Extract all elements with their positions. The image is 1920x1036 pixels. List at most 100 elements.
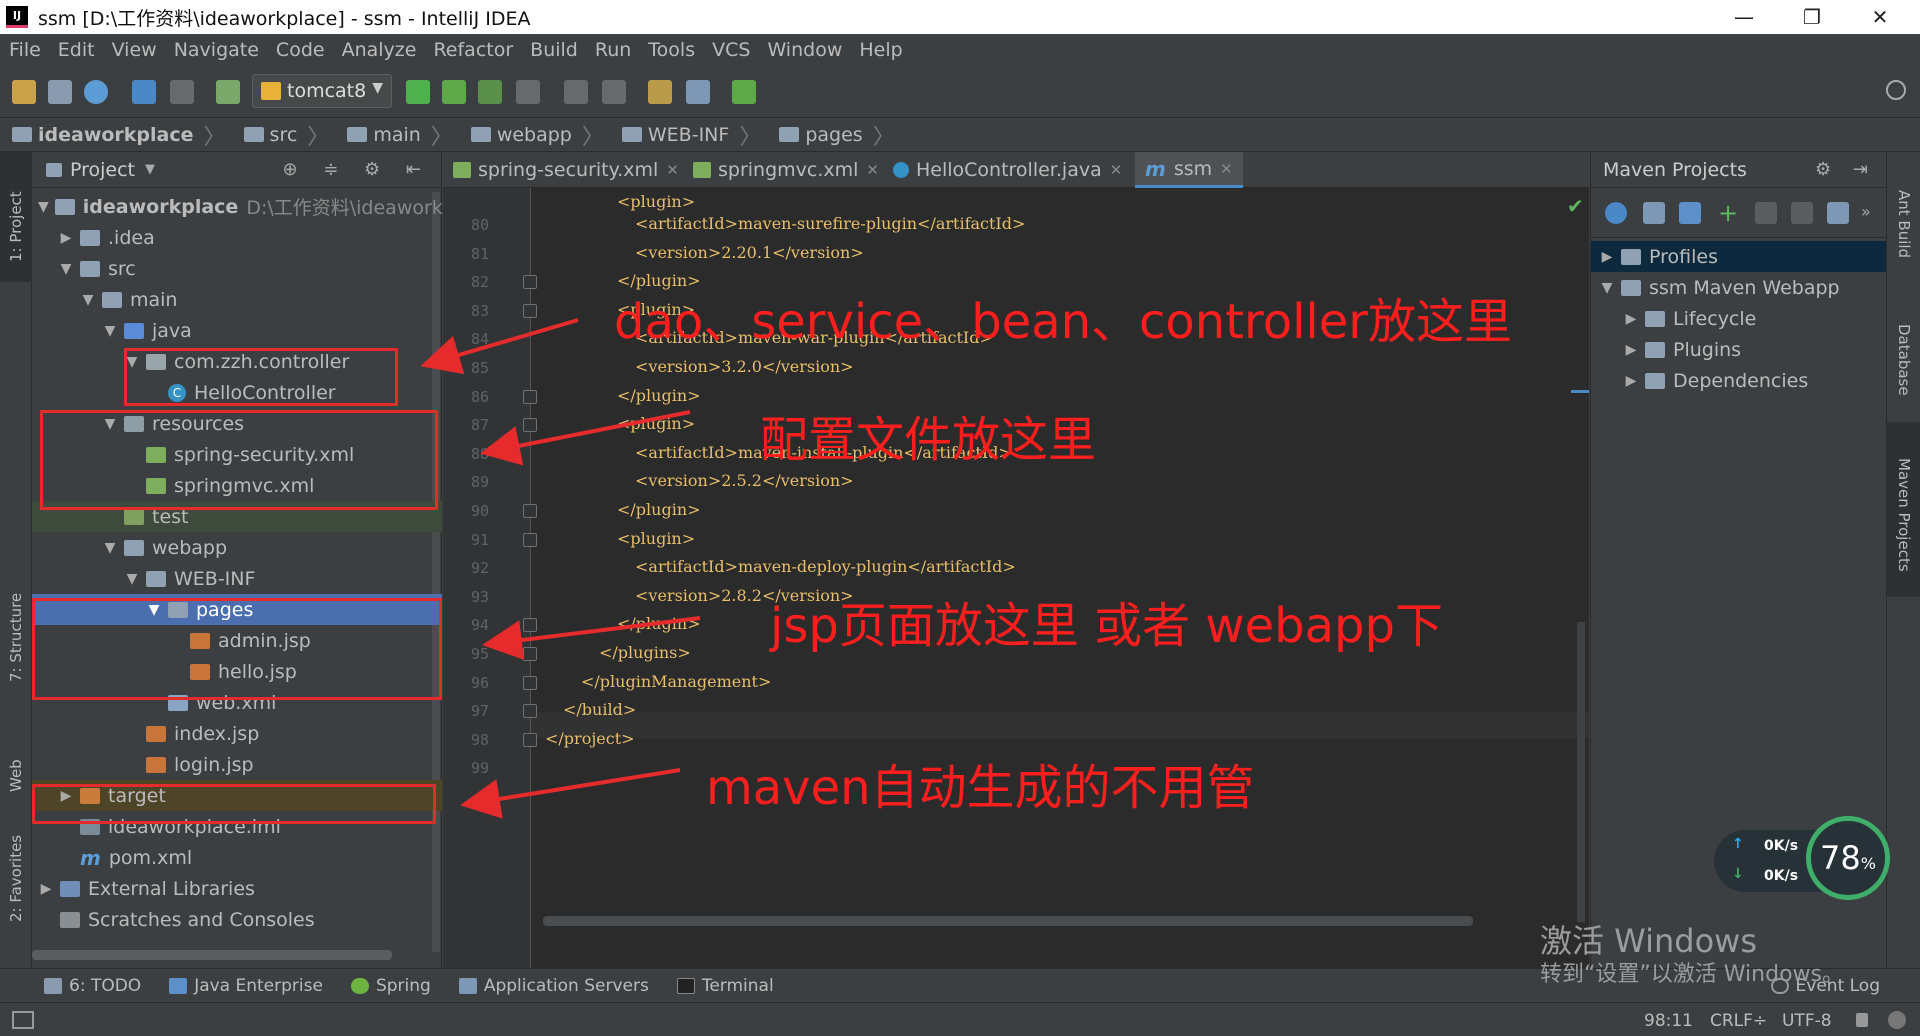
vcs-icon[interactable] bbox=[732, 80, 756, 104]
breadcrumb-item[interactable]: ideaworkplace 〉 bbox=[0, 119, 232, 151]
file-encoding[interactable]: UTF-8 bbox=[1782, 1011, 1832, 1031]
tree-item-idea[interactable]: ▶ .idea bbox=[32, 222, 442, 253]
menu-code[interactable]: Code bbox=[276, 39, 325, 61]
close-tab-icon[interactable]: ✕ bbox=[866, 161, 879, 179]
tree-item-login-jsp[interactable]: login.jsp bbox=[32, 749, 442, 780]
tool-windows-icon[interactable] bbox=[12, 1011, 34, 1029]
build-icon[interactable] bbox=[216, 80, 240, 104]
close-tab-icon[interactable]: ✕ bbox=[1110, 161, 1123, 179]
minimize-button[interactable]: — bbox=[1712, 0, 1776, 34]
panel-actions-icon[interactable]: ⚙ ⇥ bbox=[1815, 159, 1876, 180]
tab-hellocontroller-java[interactable]: HelloController.java ✕ bbox=[883, 152, 1133, 188]
web-tool-tab[interactable]: Web bbox=[7, 759, 25, 792]
todo-tool-button[interactable]: 6: TODO bbox=[44, 976, 141, 996]
project-panel-title[interactable]: Project bbox=[70, 159, 135, 181]
database-tool-tab[interactable]: Database bbox=[1895, 324, 1913, 396]
menu-run[interactable]: Run bbox=[595, 39, 631, 61]
forward-arrow-icon[interactable] bbox=[170, 80, 194, 104]
maven-item-dependencies[interactable]: ▶ Dependencies bbox=[1591, 365, 1887, 396]
breadcrumb-item[interactable]: webapp 〉 bbox=[459, 119, 610, 151]
coverage-icon[interactable] bbox=[478, 80, 502, 104]
menu-window[interactable]: Window bbox=[767, 39, 842, 61]
tree-item-scratches[interactable]: Scratches and Consoles bbox=[32, 904, 442, 935]
restore-button[interactable]: ❐ bbox=[1780, 0, 1844, 34]
menu-build[interactable]: Build bbox=[530, 39, 578, 61]
search-everywhere-icon[interactable] bbox=[1886, 80, 1906, 100]
menu-analyze[interactable]: Analyze bbox=[342, 39, 417, 61]
ant-build-tool-tab[interactable]: Ant Build bbox=[1895, 190, 1913, 258]
menu-help[interactable]: Help bbox=[859, 39, 902, 61]
toggle-offline-icon[interactable] bbox=[1791, 202, 1813, 224]
close-button[interactable]: ✕ bbox=[1848, 0, 1912, 34]
fold-marker-icon[interactable] bbox=[523, 418, 537, 433]
breadcrumb-item[interactable]: pages 〉 bbox=[767, 119, 900, 151]
terminal-tool-button[interactable]: Terminal bbox=[676, 976, 774, 996]
reimport-icon[interactable] bbox=[1605, 202, 1627, 224]
run-icon[interactable] bbox=[406, 80, 430, 104]
update-icon[interactable] bbox=[602, 80, 626, 104]
line-separator[interactable]: CRLF÷ bbox=[1710, 1011, 1767, 1031]
sdk-icon[interactable] bbox=[686, 80, 710, 104]
structure-tool-tab[interactable]: 7: Structure bbox=[7, 593, 25, 682]
tree-item-index-jsp[interactable]: index.jsp bbox=[32, 718, 442, 749]
save-icon[interactable] bbox=[48, 80, 72, 104]
fold-marker-icon[interactable] bbox=[523, 504, 537, 518]
menu-file[interactable]: File bbox=[9, 39, 41, 61]
panel-actions-icon[interactable]: ⊕ ≑ ⚙ ⇤ bbox=[282, 159, 431, 180]
chevron-down-icon[interactable]: ▼ bbox=[145, 162, 155, 177]
fold-marker-icon[interactable] bbox=[523, 532, 537, 547]
project-structure-icon[interactable] bbox=[648, 80, 672, 104]
breadcrumb-item[interactable]: WEB-INF 〉 bbox=[610, 119, 767, 151]
tree-item-pom-xml[interactable]: m pom.xml bbox=[32, 842, 442, 873]
caret-position[interactable]: 98:11 bbox=[1644, 1011, 1693, 1031]
close-tab-icon[interactable]: ✕ bbox=[666, 161, 679, 179]
lock-icon[interactable] bbox=[1856, 1013, 1868, 1027]
tab-spring-security-xml[interactable]: spring-security.xml ✕ bbox=[443, 152, 683, 188]
tree-item-src[interactable]: ▼ src bbox=[32, 253, 442, 284]
maven-item-profiles[interactable]: ▶ Profiles bbox=[1591, 241, 1887, 272]
tree-item-ideaworkplace[interactable]: ▼ ideaworkplace D:\工作资料\ideaworkplace bbox=[32, 191, 494, 222]
fold-marker-icon[interactable] bbox=[523, 647, 537, 661]
back-arrow-icon[interactable] bbox=[132, 80, 156, 104]
fold-marker-icon[interactable] bbox=[523, 275, 537, 290]
project-horizontal-scrollbar[interactable] bbox=[32, 950, 392, 960]
run-goal-icon[interactable] bbox=[1755, 202, 1777, 224]
tree-item-external-libraries[interactable]: ▶ External Libraries bbox=[32, 873, 442, 904]
open-folder-icon[interactable] bbox=[12, 80, 36, 104]
fold-marker-icon[interactable] bbox=[523, 303, 537, 318]
execute-goal-icon[interactable] bbox=[1827, 202, 1849, 224]
breadcrumb-item[interactable]: main 〉 bbox=[335, 119, 459, 151]
fold-marker-icon[interactable] bbox=[523, 389, 537, 404]
application-servers-tool-button[interactable]: Application Servers bbox=[458, 976, 649, 996]
download-icon[interactable] bbox=[1679, 202, 1701, 224]
inspection-ok-icon[interactable]: ✔ bbox=[1567, 194, 1584, 218]
close-tab-icon[interactable]: ✕ bbox=[1220, 160, 1233, 178]
maven-item-ssm[interactable]: ▼ ssm Maven Webapp bbox=[1591, 272, 1887, 303]
maven-item-plugins[interactable]: ▶ Plugins bbox=[1591, 334, 1887, 365]
tree-item-java[interactable]: ▼ java bbox=[32, 315, 442, 346]
editor-horizontal-scrollbar[interactable] bbox=[543, 916, 1473, 926]
fold-marker-icon[interactable] bbox=[523, 618, 537, 633]
menu-refactor[interactable]: Refactor bbox=[433, 39, 513, 61]
breadcrumb-item[interactable]: src 〉 bbox=[232, 119, 336, 151]
inspector-icon[interactable] bbox=[1888, 1011, 1906, 1029]
more-icon[interactable]: » bbox=[1861, 202, 1883, 224]
menu-tools[interactable]: Tools bbox=[648, 39, 695, 61]
tree-item-webapp[interactable]: ▼ webapp bbox=[32, 532, 442, 563]
add-project-icon[interactable]: + bbox=[1717, 201, 1739, 225]
tab-springmvc-xml[interactable]: springmvc.xml ✕ bbox=[683, 152, 883, 188]
sync-icon[interactable] bbox=[84, 80, 108, 104]
attach-debugger-icon[interactable] bbox=[564, 80, 588, 104]
maven-projects-tool-tab[interactable]: Maven Projects bbox=[1895, 458, 1913, 572]
favorites-tool-tab[interactable]: 2: Favorites bbox=[7, 835, 25, 922]
fold-marker-icon[interactable] bbox=[523, 732, 537, 747]
editor-vertical-scrollbar[interactable] bbox=[1577, 622, 1585, 922]
project-tool-tab[interactable]: 1: Project bbox=[7, 191, 25, 262]
java-enterprise-tool-button[interactable]: Java Enterprise bbox=[169, 976, 323, 996]
tab-ssm-pom[interactable]: m ssm ✕ bbox=[1135, 152, 1243, 188]
fold-marker-icon[interactable] bbox=[523, 704, 537, 719]
menu-navigate[interactable]: Navigate bbox=[174, 39, 259, 61]
menu-view[interactable]: View bbox=[112, 39, 157, 61]
menu-vcs[interactable]: VCS bbox=[712, 39, 750, 61]
generate-sources-icon[interactable] bbox=[1643, 202, 1665, 224]
